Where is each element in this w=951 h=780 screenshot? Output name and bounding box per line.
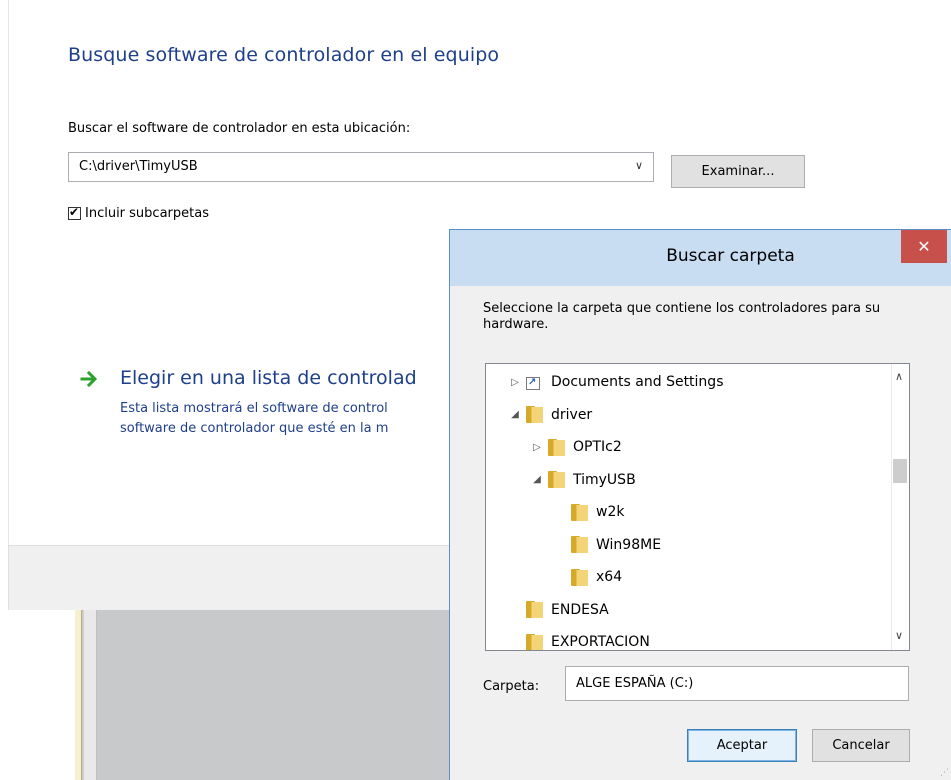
- folder-tree[interactable]: ▷ ↗ Documents and Settings ◢ driver ▷ OPTIc2 ◢ T…: [485, 363, 910, 651]
- include-subfolders-checkbox[interactable]: [68, 205, 81, 220]
- ok-button[interactable]: Aceptar: [687, 729, 797, 762]
- browse-folder-dialog: Buscar carpeta ✕ Seleccione la carpeta q…: [449, 229, 951, 780]
- scroll-up-icon[interactable]: ∧: [895, 370, 903, 383]
- tree-item-label[interactable]: TimyUSB: [573, 472, 636, 488]
- folder-field-label: Carpeta:: [483, 679, 540, 694]
- tree-item[interactable]: ◢ TimyUSB: [530, 465, 636, 495]
- collapse-icon[interactable]: ◢: [530, 474, 544, 485]
- tree-item[interactable]: ◢ driver: [508, 400, 592, 430]
- wizard-edge: [8, 0, 9, 545]
- folder-icon: [548, 471, 565, 488]
- collapse-icon[interactable]: ◢: [508, 409, 522, 420]
- shortcut-folder-icon: ↗: [526, 374, 542, 391]
- pick-description-line2: software de controlador que esté en la m: [120, 421, 389, 436]
- tree-item-label[interactable]: w2k: [596, 504, 624, 520]
- tree-item-label[interactable]: x64: [596, 569, 622, 585]
- tree-item-label[interactable]: ENDESA: [551, 602, 609, 618]
- wizard-title: Busque software de controlador en el equ…: [68, 44, 500, 66]
- folder-icon: [571, 536, 588, 553]
- dialog-prompt: Seleccione la carpeta que contiene los c…: [483, 301, 881, 332]
- folder-icon: [526, 601, 543, 618]
- pick-description-line1: Esta lista mostrará el software de contr…: [120, 401, 388, 416]
- folder-field[interactable]: ALGE ESPAÑA (C:): [565, 666, 909, 701]
- folder-icon: [571, 568, 588, 586]
- tree-item-label[interactable]: OPTIc2: [573, 439, 622, 455]
- chevron-down-icon[interactable]: ∨: [635, 159, 643, 172]
- close-icon[interactable]: ✕: [901, 230, 947, 263]
- resize-grip-icon[interactable]: ⋰: [940, 768, 949, 778]
- tree-item[interactable]: Win98ME: [553, 530, 661, 560]
- location-label: Buscar el software de controlador en est…: [68, 121, 411, 136]
- scroll-down-icon[interactable]: ∨: [895, 629, 903, 642]
- tree-item-label[interactable]: driver: [551, 407, 592, 423]
- desktop-background: [75, 610, 455, 780]
- tree-item-label[interactable]: EXPORTACION: [551, 634, 650, 650]
- tree-item-label[interactable]: Win98ME: [596, 537, 661, 553]
- desktop-window-edge: [75, 610, 82, 780]
- green-arrow-icon[interactable]: [80, 369, 100, 389]
- folder-icon: [526, 406, 543, 423]
- browse-button[interactable]: Examinar...: [671, 155, 805, 188]
- folder-icon: [571, 503, 588, 521]
- folder-field-value[interactable]: ALGE ESPAÑA (C:): [576, 676, 693, 691]
- expand-icon[interactable]: ▷: [530, 442, 544, 453]
- tree-item[interactable]: ▷ ↗ Documents and Settings: [508, 367, 723, 397]
- desktop-window-border: [83, 610, 97, 780]
- tree-item[interactable]: EXPORTACION: [508, 627, 650, 650]
- scroll-thumb[interactable]: [893, 459, 907, 483]
- include-subfolders-option[interactable]: Incluir subcarpetas: [68, 205, 209, 221]
- tree-item[interactable]: ▷ OPTIc2: [530, 432, 622, 462]
- folder-icon: [548, 438, 565, 456]
- tree-scrollbar[interactable]: ∧ ∨: [891, 364, 909, 650]
- path-value[interactable]: C:\driver\TimyUSB: [79, 159, 198, 174]
- tree-item[interactable]: ENDESA: [508, 595, 609, 625]
- dialog-titlebar[interactable]: Buscar carpeta ✕: [450, 230, 951, 286]
- tree-item-label[interactable]: Documents and Settings: [551, 374, 723, 390]
- tree-item[interactable]: w2k: [553, 497, 624, 527]
- expand-icon[interactable]: ▷: [508, 377, 522, 388]
- desktop-area: [0, 610, 75, 780]
- path-combobox[interactable]: C:\driver\TimyUSB ∨: [68, 152, 654, 182]
- pick-from-list-link[interactable]: Elegir en una lista de controlad: [120, 367, 417, 389]
- dialog-title: Buscar carpeta: [666, 246, 795, 266]
- tree-item[interactable]: x64: [553, 562, 622, 592]
- folder-icon: [526, 633, 543, 650]
- cancel-button[interactable]: Cancelar: [812, 729, 910, 762]
- include-subfolders-label[interactable]: Incluir subcarpetas: [85, 206, 209, 221]
